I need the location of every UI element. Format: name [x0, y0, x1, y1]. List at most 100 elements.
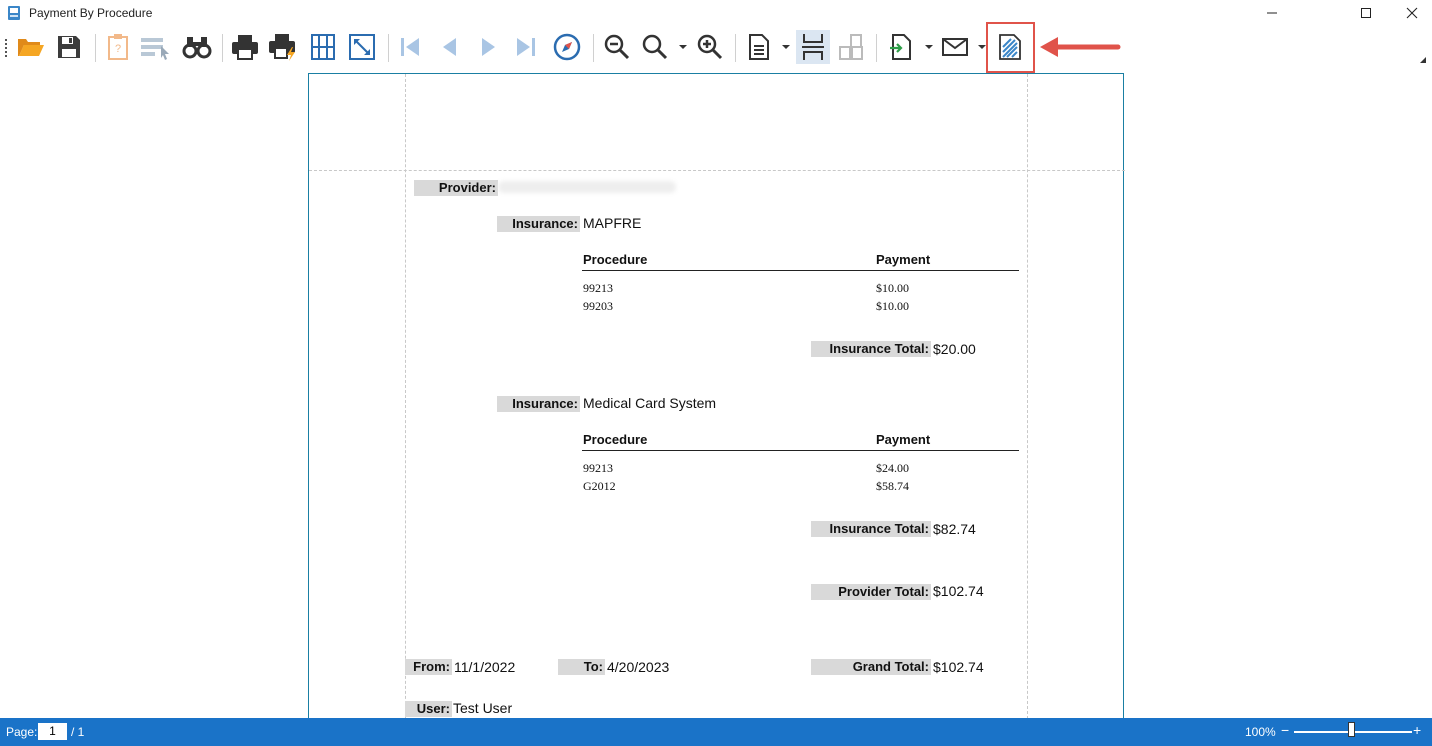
- procedure-cell: 99213: [583, 281, 613, 295]
- procedure-column-header: Procedure: [583, 432, 648, 447]
- toolbar-separator: [95, 34, 96, 62]
- continuous-page-button[interactable]: [796, 30, 830, 64]
- navigate-button[interactable]: [550, 30, 584, 64]
- close-button[interactable]: [1389, 0, 1432, 26]
- multiple-pages-button[interactable]: [834, 30, 868, 64]
- select-report-icon: [141, 38, 169, 60]
- insurance-total-label: Insurance Total:: [811, 521, 931, 537]
- export-button[interactable]: [884, 30, 918, 64]
- toolbar-overflow-icon[interactable]: [1420, 57, 1426, 63]
- grand-total-label: Grand Total:: [811, 659, 931, 675]
- payment-column-header: Payment: [876, 252, 931, 267]
- app-icon: [8, 6, 20, 20]
- close-icon: [1406, 7, 1418, 19]
- provider-label: Provider:: [414, 180, 498, 196]
- watermark-highlight-box: [986, 22, 1035, 73]
- user-label: User:: [405, 701, 452, 717]
- header-rule: [582, 270, 1019, 271]
- last-page-button[interactable]: [509, 30, 543, 64]
- single-page-button[interactable]: [742, 30, 776, 64]
- provider-total-label: Provider Total:: [811, 584, 931, 600]
- insurance-name: Medical Card System: [583, 395, 717, 411]
- payment-cell: $58.74: [876, 479, 909, 493]
- minimize-icon: [1267, 12, 1277, 14]
- insurance-name: MAPFRE: [583, 215, 642, 231]
- zoom-plus-button[interactable]: +: [1413, 722, 1425, 738]
- window-title: Payment By Procedure: [29, 6, 153, 20]
- open-folder-icon: [18, 39, 44, 56]
- zoom-out-icon: [604, 34, 630, 60]
- procedure-cell: 99203: [583, 299, 613, 313]
- margin-guide-right: [1027, 74, 1028, 724]
- zoom-in-icon: [697, 34, 723, 60]
- zoom-dropdown-arrow[interactable]: [679, 45, 687, 49]
- email-icon: [942, 38, 968, 56]
- insurance-total-value: $82.74: [933, 521, 976, 537]
- page-setup-grid-icon: [311, 34, 335, 60]
- next-page-button[interactable]: [472, 30, 506, 64]
- toolbar-separator: [735, 34, 736, 62]
- parameters-icon: ?: [108, 34, 128, 60]
- toolbar: ?: [0, 28, 1432, 68]
- maximize-button[interactable]: [1343, 0, 1389, 26]
- zoom-minus-button[interactable]: −: [1281, 722, 1293, 738]
- svg-text:?: ?: [115, 43, 121, 55]
- parameters-button[interactable]: ?: [101, 30, 135, 64]
- insurance-label: Insurance:: [497, 396, 580, 412]
- toolbar-separator: [593, 34, 594, 62]
- header-rule: [582, 450, 1019, 451]
- zoom-slider-thumb[interactable]: [1348, 722, 1355, 737]
- zoom-button[interactable]: [638, 30, 672, 64]
- zoom-out-button[interactable]: [600, 30, 634, 64]
- single-page-icon: [749, 34, 769, 60]
- payment-cell: $10.00: [876, 299, 909, 313]
- zoom-in-button[interactable]: [693, 30, 727, 64]
- export-dropdown-arrow[interactable]: [925, 45, 933, 49]
- payment-column-header: Payment: [876, 432, 931, 447]
- email-dropdown-arrow[interactable]: [978, 45, 986, 49]
- first-page-button[interactable]: [393, 30, 427, 64]
- quick-print-button[interactable]: [266, 30, 300, 64]
- save-button[interactable]: [52, 30, 86, 64]
- toolbar-separator: [388, 34, 389, 62]
- page-number-input[interactable]: 1: [38, 723, 67, 740]
- insurance-label: Insurance:: [497, 216, 580, 232]
- open-button[interactable]: [14, 30, 48, 64]
- find-binoculars-icon: [182, 37, 212, 59]
- page-mode-dropdown-arrow[interactable]: [782, 45, 790, 49]
- email-button[interactable]: [938, 30, 972, 64]
- print-button[interactable]: [228, 30, 262, 64]
- margin-guide-left: [405, 74, 406, 724]
- export-icon: [890, 34, 911, 60]
- page-setup-button[interactable]: [306, 30, 340, 64]
- to-label: To:: [558, 659, 605, 675]
- margin-guide-top: [309, 170, 1125, 171]
- toolbar-grip[interactable]: [5, 39, 7, 57]
- minimize-button[interactable]: [1249, 0, 1295, 26]
- maximize-icon: [1361, 8, 1371, 18]
- find-button[interactable]: [180, 30, 214, 64]
- save-icon: [58, 36, 80, 58]
- toolbar-separator: [222, 34, 223, 62]
- zoom-icon: [642, 34, 668, 60]
- from-label: From:: [405, 659, 452, 675]
- previous-page-icon: [443, 38, 456, 56]
- insurance-total-value: $20.00: [933, 341, 976, 357]
- print-icon: [232, 35, 258, 60]
- procedure-cell: 99213: [583, 461, 613, 475]
- to-date: 4/20/2023: [607, 659, 670, 675]
- zoom-level: 100%: [1245, 725, 1276, 739]
- page-label: Page:: [6, 725, 38, 739]
- fit-page-icon: [349, 34, 375, 60]
- user-value: Test User: [453, 700, 513, 716]
- previous-page-button[interactable]: [432, 30, 466, 64]
- quick-print-icon: [269, 34, 295, 61]
- page-total: / 1: [71, 725, 85, 739]
- select-report-button[interactable]: [139, 30, 173, 64]
- next-page-icon: [482, 38, 495, 56]
- toolbar-separator: [876, 34, 877, 62]
- fit-page-button[interactable]: [345, 30, 379, 64]
- continuous-page-icon: [802, 34, 824, 60]
- payment-cell: $24.00: [876, 461, 909, 475]
- insurance-total-label: Insurance Total:: [811, 341, 931, 357]
